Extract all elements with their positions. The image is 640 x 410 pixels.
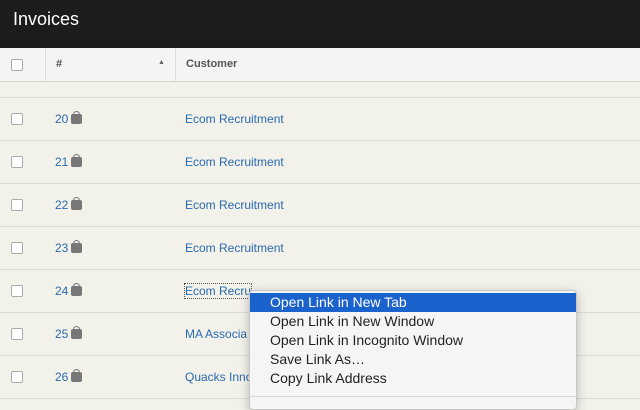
table-row: 22 Ecom Recruitment [0, 184, 640, 227]
invoice-number[interactable]: 24 [55, 284, 68, 298]
customer-link[interactable]: Quacks Inno [185, 370, 252, 384]
invoice-number-link[interactable]: 20 [55, 111, 83, 126]
customer-link[interactable]: Ecom Recru [183, 283, 253, 299]
menu-separator [250, 396, 576, 397]
invoice-number-link[interactable]: 25 [55, 326, 83, 341]
column-header-customer[interactable]: Customer [186, 58, 237, 70]
column-divider [45, 48, 46, 81]
lock-icon [71, 240, 83, 253]
menu-item-copy-link-address[interactable]: Copy Link Address [250, 369, 576, 388]
invoice-number[interactable]: 25 [55, 327, 68, 341]
table-row: 21 Ecom Recruitment [0, 141, 640, 184]
table-row: 23 Ecom Recruitment [0, 227, 640, 270]
row-checkbox[interactable] [11, 242, 23, 254]
row-checkbox[interactable] [11, 328, 23, 340]
invoice-number-link[interactable]: 22 [55, 197, 83, 212]
lock-icon [71, 111, 83, 124]
customer-link[interactable]: Ecom Recruitment [185, 112, 284, 126]
invoice-number[interactable]: 20 [55, 112, 68, 126]
invoice-number-link[interactable]: 26 [55, 369, 83, 384]
column-header-number[interactable]: # [56, 58, 62, 70]
column-divider [175, 48, 176, 81]
customer-link[interactable]: Ecom Recruitment [185, 241, 284, 255]
menu-item-open-new-window[interactable]: Open Link in New Window [250, 312, 576, 331]
invoice-number[interactable]: 26 [55, 370, 68, 384]
top-bar: Invoices [0, 0, 640, 48]
invoice-number-link[interactable]: 21 [55, 154, 83, 169]
page-title: Invoices [13, 9, 80, 29]
lock-icon [71, 154, 83, 167]
lock-icon [71, 283, 83, 296]
invoice-number[interactable]: 21 [55, 155, 68, 169]
menu-item-open-new-tab[interactable]: Open Link in New Tab [250, 293, 576, 312]
menu-item-save-link-as[interactable]: Save Link As… [250, 350, 576, 369]
customer-link[interactable]: Ecom Recruitment [185, 198, 284, 212]
customer-link[interactable]: Ecom Recruitment [185, 155, 284, 169]
invoice-number-link[interactable]: 23 [55, 240, 83, 255]
context-menu: Open Link in New Tab Open Link in New Wi… [249, 290, 577, 410]
row-checkbox[interactable] [11, 113, 23, 125]
invoice-number[interactable]: 23 [55, 241, 68, 255]
lock-icon [71, 197, 83, 210]
row-checkbox[interactable] [11, 285, 23, 297]
lock-icon [71, 326, 83, 339]
table-row: 20 Ecom Recruitment [0, 98, 640, 141]
table-row-partial [0, 82, 640, 98]
table-header: # ▲ Customer [0, 48, 640, 82]
row-checkbox[interactable] [11, 371, 23, 383]
invoice-number[interactable]: 22 [55, 198, 68, 212]
customer-link[interactable]: MA Associa [185, 327, 247, 341]
menu-item-open-incognito[interactable]: Open Link in Incognito Window [250, 331, 576, 350]
row-checkbox[interactable] [11, 156, 23, 168]
select-all-checkbox[interactable] [11, 59, 23, 71]
invoice-number-link[interactable]: 24 [55, 283, 83, 298]
sort-ascending-icon[interactable]: ▲ [158, 59, 165, 66]
lock-icon [71, 369, 83, 382]
row-checkbox[interactable] [11, 199, 23, 211]
